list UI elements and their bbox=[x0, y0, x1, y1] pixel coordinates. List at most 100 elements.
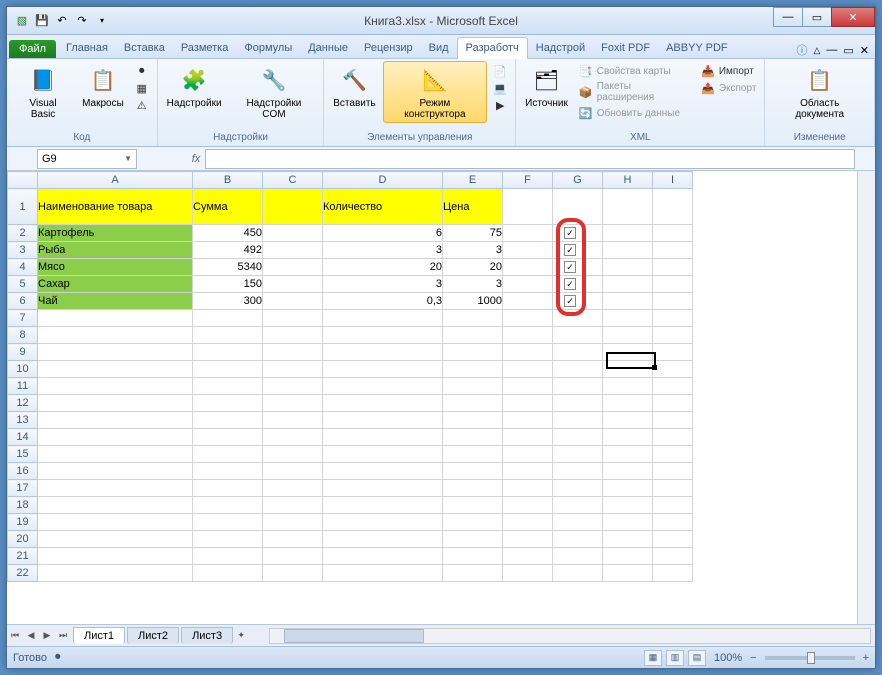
cell-C22[interactable] bbox=[263, 565, 323, 582]
design-mode-button[interactable]: 📐Режим конструктора bbox=[383, 61, 488, 123]
cell-D10[interactable] bbox=[323, 361, 443, 378]
doc-restore-icon[interactable]: ▭ bbox=[843, 44, 853, 57]
cell-G12[interactable] bbox=[553, 395, 603, 412]
cell-C7[interactable] bbox=[263, 310, 323, 327]
save-icon[interactable]: 💾 bbox=[33, 12, 51, 30]
minimize-ribbon-icon[interactable]: △ bbox=[813, 45, 820, 56]
cell-F2[interactable] bbox=[503, 225, 553, 242]
checkbox-row-2[interactable]: ✓ bbox=[564, 227, 576, 239]
cell-B14[interactable] bbox=[193, 429, 263, 446]
cell-F19[interactable] bbox=[503, 514, 553, 531]
cell-C2[interactable] bbox=[263, 225, 323, 242]
cell-E6[interactable]: 1000 bbox=[443, 293, 503, 310]
cell-E14[interactable] bbox=[443, 429, 503, 446]
redo-icon[interactable]: ↷ bbox=[73, 12, 91, 30]
row-header-1[interactable]: 1 bbox=[8, 189, 38, 225]
cell-H17[interactable] bbox=[603, 480, 653, 497]
cell-C21[interactable] bbox=[263, 548, 323, 565]
cell-D6[interactable]: 0,3 bbox=[323, 293, 443, 310]
cell-H7[interactable] bbox=[603, 310, 653, 327]
cell-H19[interactable] bbox=[603, 514, 653, 531]
cell-C13[interactable] bbox=[263, 412, 323, 429]
view-code-button[interactable]: 💻 bbox=[491, 80, 509, 96]
cell-A4[interactable]: Мясо bbox=[38, 259, 193, 276]
col-header-G[interactable]: G bbox=[553, 172, 603, 189]
source-button[interactable]: 🗂Источник bbox=[520, 61, 573, 112]
qat-more-icon[interactable]: ▾ bbox=[93, 12, 111, 30]
cell-H2[interactable] bbox=[603, 225, 653, 242]
cell-B17[interactable] bbox=[193, 480, 263, 497]
cell-E16[interactable] bbox=[443, 463, 503, 480]
cell-G4[interactable] bbox=[553, 259, 603, 276]
macros-button[interactable]: 📋Макросы bbox=[77, 61, 129, 112]
sheet-nav-prev[interactable]: ◀ bbox=[23, 628, 39, 644]
cell-F3[interactable] bbox=[503, 242, 553, 259]
zoom-slider[interactable] bbox=[765, 656, 855, 660]
cell-D16[interactable] bbox=[323, 463, 443, 480]
cell-A13[interactable] bbox=[38, 412, 193, 429]
maximize-button[interactable]: ▭ bbox=[802, 7, 832, 27]
cell-E1[interactable]: Цена bbox=[443, 189, 503, 225]
cell-F14[interactable] bbox=[503, 429, 553, 446]
cell-A5[interactable]: Сахар bbox=[38, 276, 193, 293]
cell-C9[interactable] bbox=[263, 344, 323, 361]
close-button[interactable]: ✕ bbox=[831, 7, 875, 27]
cell-C12[interactable] bbox=[263, 395, 323, 412]
cell-C17[interactable] bbox=[263, 480, 323, 497]
horizontal-scrollbar[interactable] bbox=[269, 628, 871, 644]
new-sheet-button[interactable]: ✦ bbox=[233, 628, 249, 644]
cell-C14[interactable] bbox=[263, 429, 323, 446]
zoom-out-button[interactable]: − bbox=[750, 652, 756, 664]
cell-A12[interactable] bbox=[38, 395, 193, 412]
cell-I7[interactable] bbox=[653, 310, 693, 327]
col-header-I[interactable]: I bbox=[653, 172, 693, 189]
cell-E8[interactable] bbox=[443, 327, 503, 344]
cell-B9[interactable] bbox=[193, 344, 263, 361]
cell-F6[interactable] bbox=[503, 293, 553, 310]
relative-refs-button[interactable]: ▦ bbox=[133, 80, 151, 96]
cell-E13[interactable] bbox=[443, 412, 503, 429]
cell-H22[interactable] bbox=[603, 565, 653, 582]
row-header-3[interactable]: 3 bbox=[8, 242, 38, 259]
cell-D4[interactable]: 20 bbox=[323, 259, 443, 276]
row-header-18[interactable]: 18 bbox=[8, 497, 38, 514]
tab-6[interactable]: Вид bbox=[421, 38, 457, 58]
cell-G10[interactable] bbox=[553, 361, 603, 378]
cell-B5[interactable]: 150 bbox=[193, 276, 263, 293]
cell-F4[interactable] bbox=[503, 259, 553, 276]
tab-7[interactable]: Разработч bbox=[457, 37, 528, 59]
cell-B12[interactable] bbox=[193, 395, 263, 412]
cell-A18[interactable] bbox=[38, 497, 193, 514]
expansion-packs-button[interactable]: 📦Пакеты расширения bbox=[577, 80, 693, 104]
sheet-nav-first[interactable]: ⏮ bbox=[7, 628, 23, 644]
checkbox-row-6[interactable]: ✓ bbox=[564, 295, 576, 307]
cell-H11[interactable] bbox=[603, 378, 653, 395]
cell-H3[interactable] bbox=[603, 242, 653, 259]
cell-C15[interactable] bbox=[263, 446, 323, 463]
cell-C20[interactable] bbox=[263, 531, 323, 548]
cell-H18[interactable] bbox=[603, 497, 653, 514]
cell-C6[interactable] bbox=[263, 293, 323, 310]
cell-D14[interactable] bbox=[323, 429, 443, 446]
row-header-19[interactable]: 19 bbox=[8, 514, 38, 531]
cell-C16[interactable] bbox=[263, 463, 323, 480]
cell-D21[interactable] bbox=[323, 548, 443, 565]
col-header-H[interactable]: H bbox=[603, 172, 653, 189]
row-header-8[interactable]: 8 bbox=[8, 327, 38, 344]
cell-E5[interactable]: 3 bbox=[443, 276, 503, 293]
cell-F15[interactable] bbox=[503, 446, 553, 463]
name-box[interactable]: G9▼ bbox=[37, 149, 137, 169]
row-header-12[interactable]: 12 bbox=[8, 395, 38, 412]
tab-4[interactable]: Данные bbox=[300, 38, 356, 58]
cell-H13[interactable] bbox=[603, 412, 653, 429]
cell-B18[interactable] bbox=[193, 497, 263, 514]
cell-G17[interactable] bbox=[553, 480, 603, 497]
cell-C3[interactable] bbox=[263, 242, 323, 259]
tab-2[interactable]: Разметка bbox=[173, 38, 237, 58]
checkbox-row-4[interactable]: ✓ bbox=[564, 261, 576, 273]
cell-A2[interactable]: Картофель bbox=[38, 225, 193, 242]
tab-file[interactable]: Файл bbox=[9, 40, 56, 58]
row-header-11[interactable]: 11 bbox=[8, 378, 38, 395]
cell-E20[interactable] bbox=[443, 531, 503, 548]
cell-D19[interactable] bbox=[323, 514, 443, 531]
